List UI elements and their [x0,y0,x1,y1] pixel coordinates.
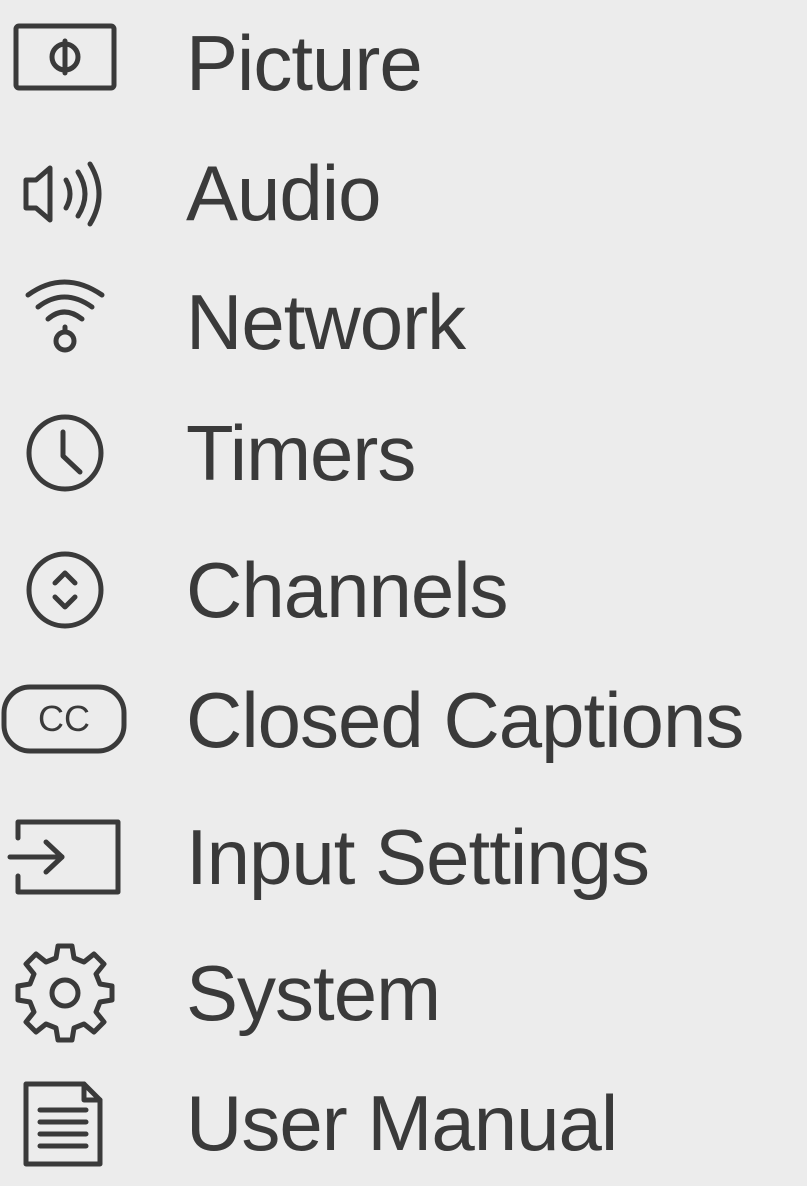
menu-item-closed-captions[interactable]: CC Closed Captions [0,657,807,783]
menu-item-label: Audio [186,149,381,237]
speaker-icon [0,130,130,256]
wifi-icon [0,259,130,385]
menu-item-picture[interactable]: Picture [0,0,807,126]
menu-item-label: Picture [186,19,423,107]
document-icon [0,1060,130,1186]
input-icon [0,794,130,920]
menu-item-label: Timers [186,409,416,497]
cc-icon: CC [0,657,130,783]
menu-item-input-settings[interactable]: Input Settings [0,794,807,920]
menu-item-label: Input Settings [186,813,650,901]
menu-item-label: Closed Captions [186,676,744,764]
gear-icon [0,930,130,1056]
menu-item-timers[interactable]: Timers [0,390,807,516]
menu-item-audio[interactable]: Audio [0,130,807,256]
menu-item-user-manual[interactable]: User Manual [0,1060,807,1186]
menu-item-channels[interactable]: Channels [0,527,807,653]
settings-menu: Picture Audio Network Timers Channels CC… [0,0,807,1167]
svg-text:CC: CC [38,698,90,739]
menu-item-system[interactable]: System [0,930,807,1056]
channels-icon [0,527,130,653]
menu-item-label: Network [186,278,466,366]
menu-item-label: System [186,949,441,1037]
menu-item-label: User Manual [186,1079,618,1167]
menu-item-label: Channels [186,546,509,634]
menu-item-network[interactable]: Network [0,259,807,385]
picture-icon [0,0,130,126]
clock-icon [0,390,130,516]
